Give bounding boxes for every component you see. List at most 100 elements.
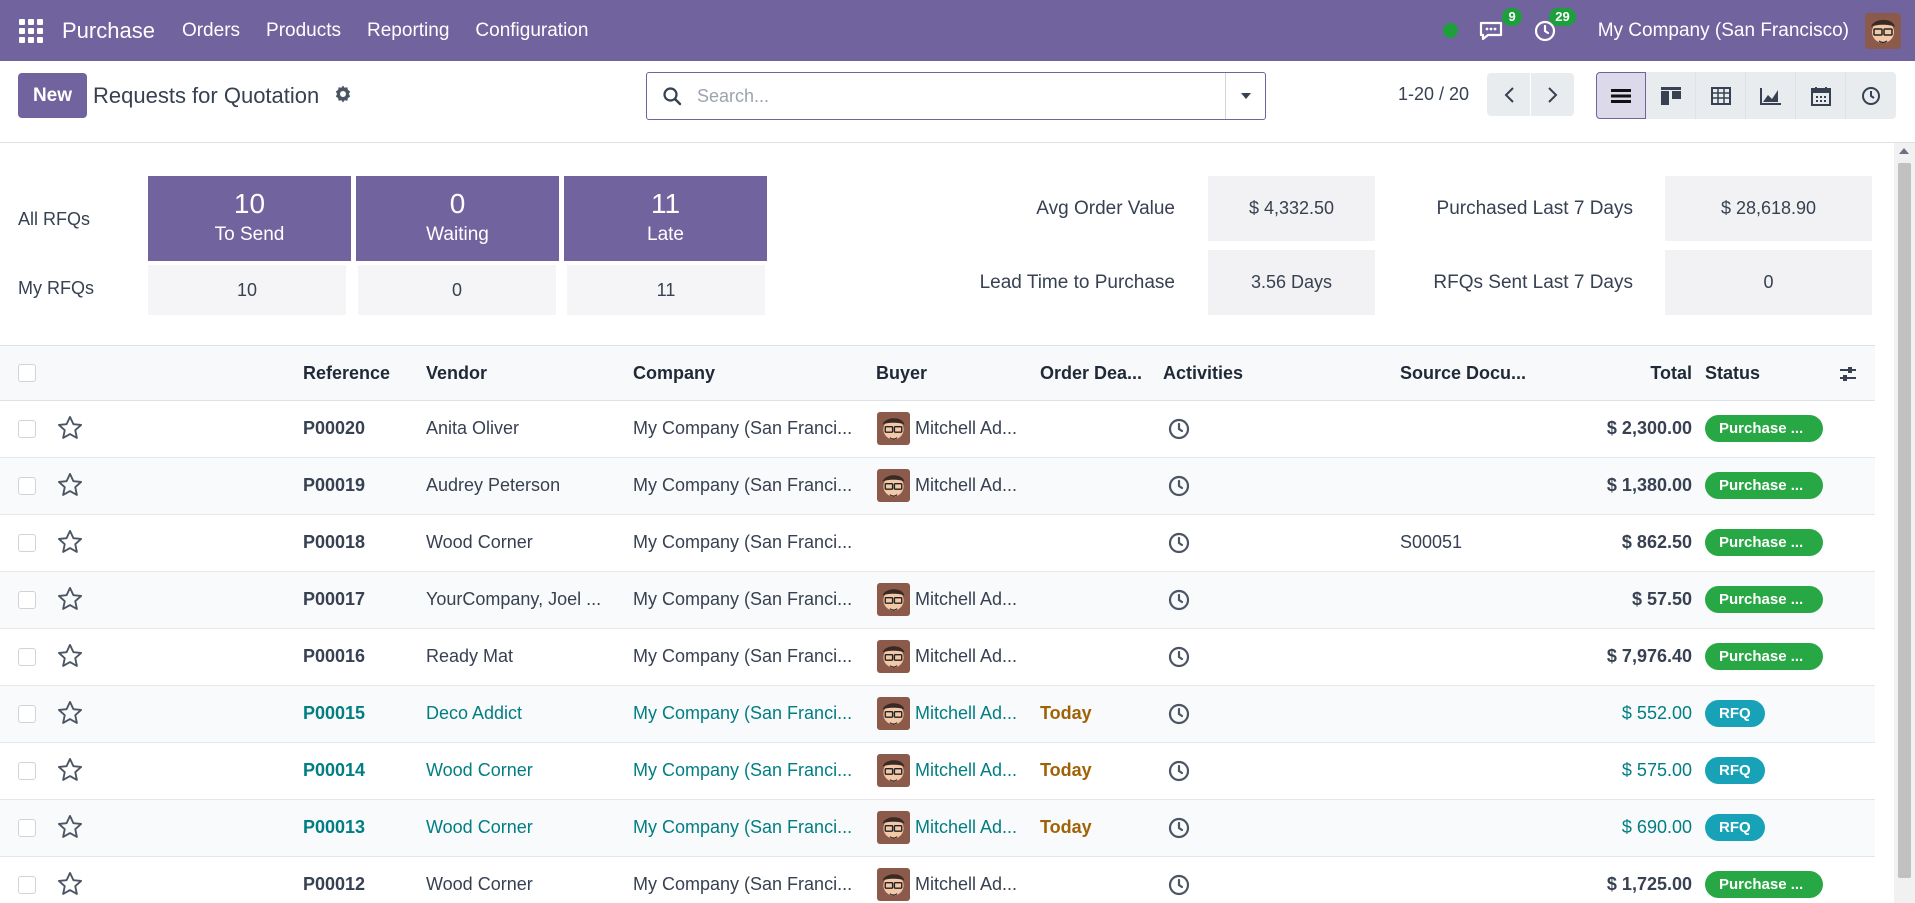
app-name[interactable]: Purchase	[62, 18, 155, 44]
rfq-list: Reference Vendor Company Buyer Order Dea…	[0, 345, 1875, 903]
row-company: My Company (San Franci...	[633, 817, 853, 837]
row-vendor: Wood Corner	[426, 760, 533, 780]
row-buyer: Mitchell Ad...	[915, 817, 1018, 837]
star-icon[interactable]	[56, 699, 84, 727]
row-buyer: Mitchell Ad...	[915, 475, 1018, 495]
top-navbar: Purchase Orders Products Reporting Confi…	[0, 0, 1915, 61]
menu-products[interactable]: Products	[253, 20, 354, 42]
activity-clock-icon[interactable]	[1167, 873, 1191, 897]
activity-clock-icon[interactable]	[1167, 702, 1191, 726]
star-icon[interactable]	[56, 414, 84, 442]
row-reference: P00017	[303, 589, 366, 609]
table-row[interactable]: P00012 Wood Corner My Company (San Franci.…	[0, 857, 1875, 903]
scrollbar-thumb[interactable]	[1898, 163, 1911, 878]
activity-clock-icon[interactable]	[1167, 531, 1191, 555]
row-vendor: Deco Addict	[426, 703, 523, 723]
row-checkbox[interactable]	[18, 819, 36, 837]
list-view-button[interactable]	[1596, 72, 1646, 119]
pager-value[interactable]: 1-20 / 20	[1398, 84, 1469, 105]
row-company: My Company (San Franci...	[633, 760, 853, 780]
col-order-deadline[interactable]: Order Dea...	[1040, 363, 1142, 384]
row-buyer: Mitchell Ad...	[915, 703, 1018, 723]
col-company[interactable]: Company	[633, 363, 715, 384]
col-total[interactable]: Total	[1600, 363, 1692, 384]
row-checkbox[interactable]	[18, 420, 36, 438]
tile-waiting[interactable]: 0 Waiting	[356, 176, 559, 261]
my-late[interactable]: 11	[567, 265, 765, 315]
rfqs-sent-last-7-label: RFQs Sent Last 7 Days	[1433, 272, 1633, 293]
star-icon[interactable]	[56, 756, 84, 784]
row-total: $ 575.00	[1621, 760, 1692, 780]
graph-view-icon	[1759, 87, 1781, 105]
pivot-view-button[interactable]	[1696, 72, 1746, 119]
company-switcher[interactable]: My Company (San Francisco)	[1598, 20, 1849, 42]
page-scrollbar[interactable]	[1894, 143, 1915, 903]
kanban-view-button[interactable]	[1646, 72, 1696, 119]
row-vendor: Wood Corner	[426, 532, 533, 552]
table-row[interactable]: P00016 Ready Mat My Company (San Franci...…	[0, 629, 1875, 686]
my-waiting[interactable]: 0	[358, 265, 556, 315]
col-source-document[interactable]: Source Docu...	[1400, 363, 1526, 384]
row-order-deadline: Today	[1040, 817, 1092, 837]
messages-icon[interactable]: 9	[1476, 7, 1522, 46]
activity-clock-icon[interactable]	[1167, 588, 1191, 612]
new-button[interactable]: New	[18, 73, 87, 118]
table-row[interactable]: P00019 Audrey Peterson My Company (San Fra…	[0, 458, 1875, 515]
menu-configuration[interactable]: Configuration	[462, 20, 601, 42]
my-rfqs-label: My RFQs	[18, 278, 94, 298]
star-icon[interactable]	[56, 870, 84, 898]
row-checkbox[interactable]	[18, 534, 36, 552]
table-row[interactable]: P00018 Wood Corner My Company (San Franci.…	[0, 515, 1875, 572]
graph-view-button[interactable]	[1746, 72, 1796, 119]
row-checkbox[interactable]	[18, 762, 36, 780]
select-all-checkbox[interactable]	[18, 364, 36, 382]
menu-orders[interactable]: Orders	[169, 20, 253, 42]
scroll-up-arrow-icon[interactable]	[1899, 148, 1909, 154]
row-checkbox[interactable]	[18, 705, 36, 723]
star-icon[interactable]	[56, 528, 84, 556]
gear-icon[interactable]	[333, 84, 353, 104]
my-to-send[interactable]: 10	[148, 265, 346, 315]
pager-next-button[interactable]	[1531, 73, 1574, 116]
search-options-toggle[interactable]	[1225, 73, 1265, 119]
activity-clock-icon[interactable]	[1167, 816, 1191, 840]
row-reference: P00016	[303, 646, 366, 666]
row-checkbox[interactable]	[18, 591, 36, 609]
star-icon[interactable]	[56, 813, 84, 841]
col-status[interactable]: Status	[1705, 363, 1760, 384]
user-avatar[interactable]	[1865, 12, 1901, 49]
buyer-avatar	[877, 697, 910, 730]
table-row[interactable]: P00020 Anita Oliver My Company (San Franci…	[0, 401, 1875, 458]
app-menu-icon[interactable]	[0, 0, 62, 61]
activity-clock-icon[interactable]	[1167, 645, 1191, 669]
search-input[interactable]	[697, 74, 1225, 118]
calendar-view-button[interactable]	[1796, 72, 1846, 119]
activity-clock-icon[interactable]	[1167, 474, 1191, 498]
table-row[interactable]: P00013 Wood Corner My Company (San Franci.…	[0, 800, 1875, 857]
optional-columns-icon[interactable]	[1838, 364, 1858, 384]
activity-clock-icon[interactable]	[1167, 759, 1191, 783]
pager-previous-button[interactable]	[1487, 73, 1530, 116]
col-buyer[interactable]: Buyer	[876, 363, 927, 384]
tile-to-send[interactable]: 10 To Send	[148, 176, 351, 261]
star-icon[interactable]	[56, 585, 84, 613]
row-checkbox[interactable]	[18, 876, 36, 894]
activity-view-button[interactable]	[1846, 72, 1896, 119]
page-title[interactable]: Requests for Quotation	[93, 83, 319, 109]
star-icon[interactable]	[56, 642, 84, 670]
table-row[interactable]: P00017 YourCompany, Joel ... My Company (S…	[0, 572, 1875, 629]
col-activities[interactable]: Activities	[1163, 363, 1243, 384]
tile-late[interactable]: 11 Late	[564, 176, 767, 261]
table-row[interactable]: P00014 Wood Corner My Company (San Franci.…	[0, 743, 1875, 800]
status-badge: Purchase ...	[1705, 472, 1823, 499]
star-icon[interactable]	[56, 471, 84, 499]
activity-clock-icon[interactable]	[1167, 417, 1191, 441]
col-vendor[interactable]: Vendor	[426, 363, 487, 384]
row-buyer: Mitchell Ad...	[915, 589, 1018, 609]
row-checkbox[interactable]	[18, 477, 36, 495]
col-reference[interactable]: Reference	[303, 363, 390, 384]
activities-clock-icon[interactable]: 29	[1530, 7, 1576, 46]
table-row[interactable]: P00015 Deco Addict My Company (San Franci.…	[0, 686, 1875, 743]
row-checkbox[interactable]	[18, 648, 36, 666]
menu-reporting[interactable]: Reporting	[354, 20, 462, 42]
